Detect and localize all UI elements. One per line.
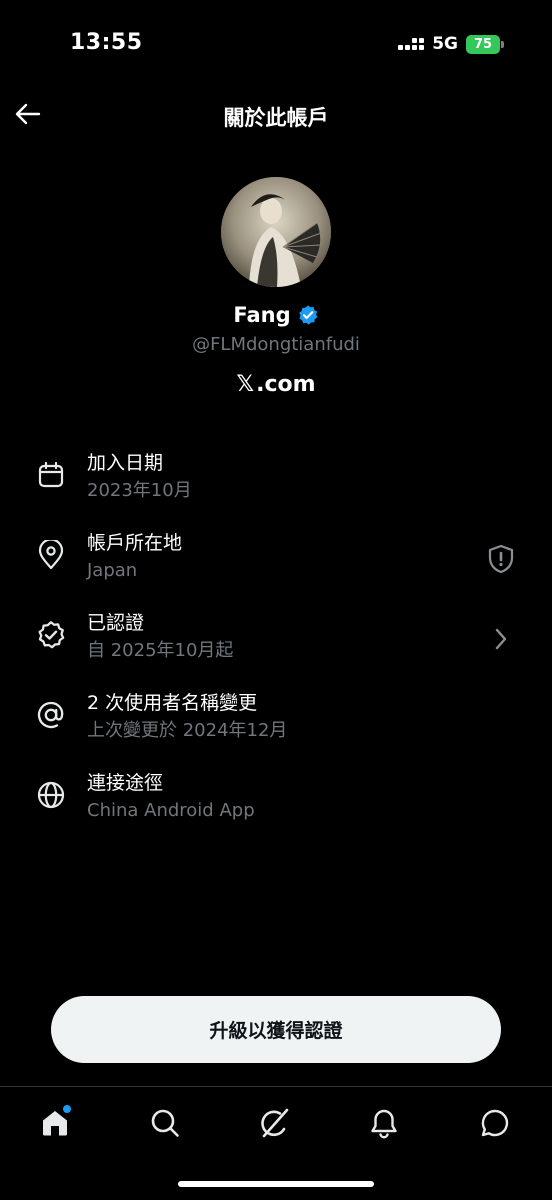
info-row-join-date: 加入日期 2023年10月 (0, 448, 552, 528)
x-logo-icon: 𝕏 (236, 372, 255, 397)
verified-check-icon (298, 305, 317, 325)
grok-icon (261, 1108, 289, 1138)
chevron-right-icon (486, 624, 516, 654)
page-title: 關於此帳戶 (223, 106, 329, 130)
info-subtitle: 上次變更於 2024年12月 (87, 720, 288, 741)
location-pin-icon (36, 540, 66, 570)
nav-grok[interactable] (255, 1103, 295, 1143)
account-info-list: 加入日期 2023年10月 帳戶所在地 Japan 已認證 自 2025年10月… (0, 448, 552, 848)
avatar-image (221, 177, 331, 287)
nav-home[interactable] (35, 1103, 75, 1143)
name-row: Fang (0, 303, 552, 327)
nav-search[interactable] (145, 1103, 185, 1143)
globe-icon (36, 780, 66, 810)
info-title: 帳戶所在地 (87, 532, 183, 554)
info-title: 2 次使用者名稱變更 (87, 692, 258, 714)
info-title: 連接途徑 (87, 772, 164, 794)
info-title: 加入日期 (87, 452, 164, 474)
nav-notifications[interactable] (364, 1103, 404, 1143)
info-subtitle: China Android App (87, 800, 255, 821)
affiliation-link[interactable]: 𝕏 .com (0, 372, 552, 397)
notification-dot (63, 1105, 71, 1113)
info-subtitle: 自 2025年10月起 (87, 640, 234, 661)
notifications-icon (371, 1109, 397, 1139)
avatar[interactable] (221, 177, 331, 287)
shield-alert-icon[interactable] (486, 544, 516, 574)
username-handle: @FLMdongtianfudi (192, 334, 360, 355)
info-row-account-location: 帳戶所在地 Japan (0, 528, 552, 608)
info-row-verified[interactable]: 已認證 自 2025年10月起 (0, 608, 552, 688)
display-name: Fang (233, 303, 291, 327)
at-sign-icon (36, 700, 66, 730)
about-account-screen: 13:55 5G 75 關於此帳戶 Fang @FLMdongtianfudi … (0, 0, 552, 1200)
battery-level: 75 (466, 34, 500, 54)
signal-icon (398, 38, 425, 50)
verified-badge-icon (36, 620, 66, 650)
network-label: 5G (432, 34, 458, 54)
calendar-icon (36, 460, 66, 490)
info-subtitle: 2023年10月 (87, 480, 192, 501)
info-row-connected-via: 連接途徑 China Android App (0, 768, 552, 848)
info-subtitle: Japan (87, 560, 138, 581)
upgrade-verification-button[interactable]: 升級以獲得認證 (51, 996, 501, 1063)
status-indicators: 5G 75 (398, 34, 504, 54)
info-row-username-changes: 2 次使用者名稱變更 上次變更於 2024年12月 (0, 688, 552, 768)
nav-messages[interactable] (475, 1103, 515, 1143)
battery-icon: 75 (466, 34, 504, 54)
status-time: 13:55 (70, 30, 143, 55)
affiliation-domain: .com (256, 372, 316, 397)
home-indicator (178, 1181, 374, 1187)
messages-icon (481, 1109, 509, 1137)
info-title: 已認證 (87, 612, 145, 634)
search-icon (151, 1109, 179, 1137)
